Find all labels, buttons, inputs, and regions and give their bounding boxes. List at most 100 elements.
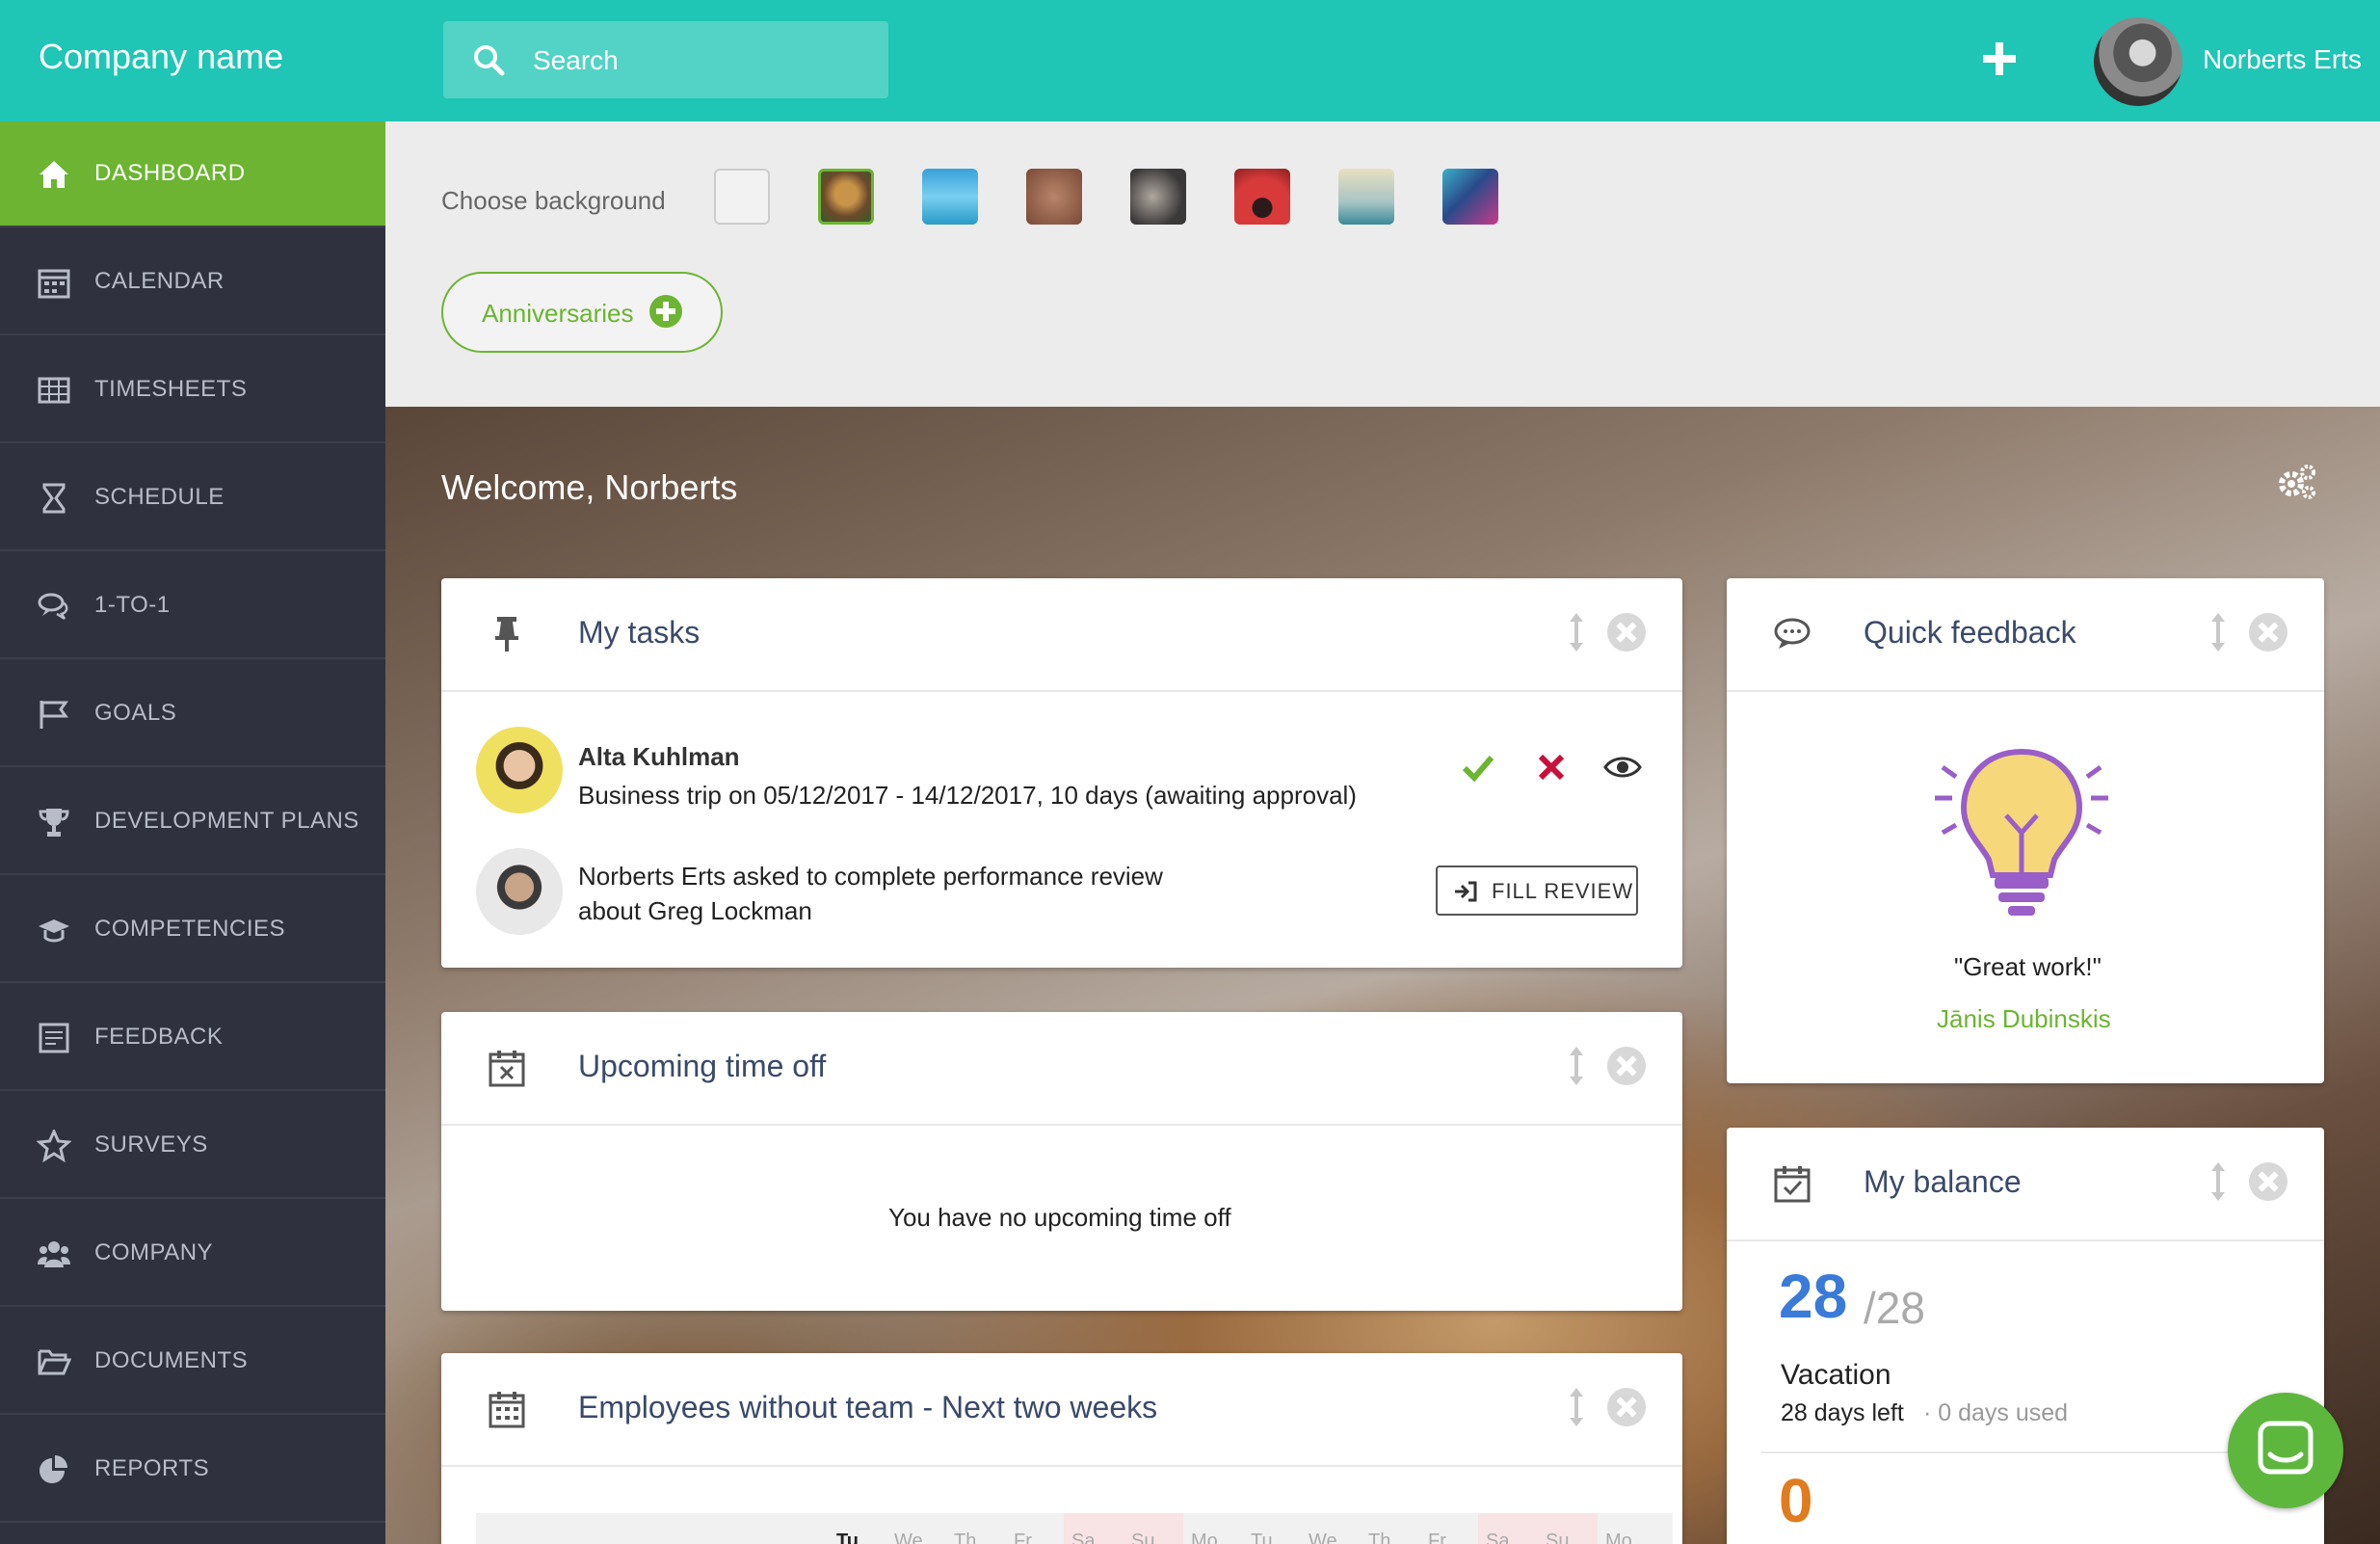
time-off-header: Upcoming time off [441, 1012, 1682, 1126]
sidebar-item-timesheets[interactable]: TIMESHEETS [0, 337, 385, 443]
background-swatch-none[interactable] [714, 169, 770, 225]
background-swatch-car[interactable] [1234, 169, 1290, 225]
graduation-cap-icon [39, 919, 69, 943]
day-header: We [1309, 1531, 1337, 1544]
add-icon[interactable] [1983, 42, 2016, 75]
sidebar: DASHBOARD CALENDAR TIMESHEETS SCHEDULE 1… [0, 121, 385, 1544]
fill-review-label: FILL REVIEW [1492, 879, 1634, 903]
sidebar-item-company[interactable]: COMPANY [0, 1201, 385, 1307]
day-header-weekend: Su [1538, 1513, 1598, 1544]
task-description: Business trip on 05/12/2017 - 14/12/2017… [578, 781, 1357, 810]
top-bar: Company name Search Norberts Erts [0, 0, 2380, 121]
settings-gears-icon[interactable] [2274, 461, 2318, 505]
no-time-off-message: You have no upcoming time off [888, 1203, 1231, 1232]
view-eye-icon[interactable] [1603, 752, 1642, 783]
background-swatch-abstract[interactable] [1442, 169, 1498, 225]
close-icon[interactable] [1607, 613, 1646, 652]
sidebar-item-feedback[interactable]: FEEDBACK [0, 985, 385, 1091]
quick-feedback-title: Quick feedback [1864, 615, 2076, 650]
second-balance-value: 0 [1779, 1466, 1813, 1535]
time-off-title: Upcoming time off [578, 1049, 827, 1083]
add-circle-icon [649, 295, 682, 328]
calendar-check-icon [1774, 1166, 1811, 1203]
sidebar-item-goals[interactable]: GOALS [0, 661, 385, 767]
background-swatch-cookies[interactable] [818, 169, 874, 225]
sidebar-item-competencies[interactable]: COMPETENCIES [0, 877, 385, 983]
task-avatar-alta [476, 727, 563, 813]
chat-launcher-button[interactable] [2228, 1393, 2343, 1508]
close-icon[interactable] [2249, 613, 2287, 652]
vacation-balance-value: 28 [1779, 1262, 1848, 1331]
my-balance-card: My balance 28 /28 Vacation 28 days left … [1727, 1128, 2324, 1544]
lightbulb-icon [1935, 748, 2108, 916]
task-person-name: Alta Kuhlman [578, 742, 740, 771]
day-header: Th [1368, 1531, 1391, 1544]
day-header-weekend: Su [1124, 1513, 1183, 1544]
anniversaries-button[interactable]: Anniversaries [441, 272, 723, 353]
trophy-icon [39, 809, 69, 837]
calendar-icon [38, 269, 70, 299]
move-icon[interactable] [2208, 1160, 2228, 1203]
user-name[interactable]: Norberts Erts [2203, 44, 2362, 75]
form-icon [39, 1023, 69, 1053]
chat-icon [2258, 1421, 2314, 1475]
days-left: 28 days left [1781, 1399, 1904, 1426]
sidebar-item-calendar[interactable]: CALENDAR [0, 229, 385, 335]
my-balance-header: My balance [1727, 1128, 2324, 1241]
quick-feedback-header: Quick feedback [1727, 578, 2324, 692]
sidebar-item-development-plans[interactable]: DEVELOPMENT PLANS [0, 769, 385, 875]
day-header: Fr [1428, 1531, 1446, 1544]
sidebar-item-1-to-1[interactable]: 1-TO-1 [0, 553, 385, 659]
employees-without-team-card: Employees without team - Next two weeks … [441, 1353, 1682, 1544]
avatar[interactable] [2094, 17, 2182, 106]
hourglass-icon [42, 483, 66, 514]
employees-header: Employees without team - Next two weeks [441, 1353, 1682, 1467]
close-icon[interactable] [1607, 1388, 1646, 1426]
sidebar-item-documents[interactable]: DOCUMENTS [0, 1309, 385, 1415]
employees-title: Employees without team - Next two weeks [578, 1390, 1158, 1424]
sidebar-item-reports[interactable]: REPORTS [0, 1417, 385, 1523]
move-icon[interactable] [1567, 1045, 1586, 1087]
day-header-weekend: Sa [1064, 1513, 1124, 1544]
review-request-line2: about Greg Lockman [578, 896, 812, 925]
background-swatch-wood[interactable] [1026, 169, 1082, 225]
chat-icon [38, 593, 68, 621]
approve-check-icon[interactable] [1461, 750, 1495, 785]
move-icon[interactable] [1567, 1386, 1586, 1428]
calendar-day-strip: Tu We Th Fr Sa Su Mo Tu We Th Fr Sa Su M… [476, 1513, 1673, 1544]
feedback-quote: "Great work!" [1954, 952, 2102, 981]
close-icon[interactable] [1607, 1047, 1646, 1085]
calendar-x-icon [489, 1051, 525, 1087]
company-name[interactable]: Company name [39, 37, 283, 77]
my-tasks-title: My tasks [578, 615, 701, 650]
move-icon[interactable] [2208, 611, 2228, 653]
review-request-line1: Norberts Erts asked to complete performa… [578, 862, 1163, 891]
day-header: Fr [1014, 1531, 1032, 1544]
sidebar-item-surveys[interactable]: SURVEYS [0, 1093, 385, 1199]
sign-in-icon [1455, 881, 1477, 902]
background-swatch-sea[interactable] [922, 169, 978, 225]
welcome-title: Welcome, Norberts [441, 467, 738, 507]
feedback-author[interactable]: Jānis Dubinskis [1937, 1004, 2111, 1034]
background-swatch-beach[interactable] [1338, 169, 1394, 225]
day-header: Th [954, 1531, 977, 1544]
search-input[interactable]: Search [443, 21, 888, 98]
home-icon [40, 161, 68, 188]
table-icon [38, 377, 70, 404]
sidebar-item-schedule[interactable]: SCHEDULE [0, 445, 385, 551]
close-icon[interactable] [2249, 1162, 2287, 1201]
day-header-weekend: Sa [1478, 1513, 1538, 1544]
calendar-icon [489, 1392, 525, 1428]
reject-x-icon[interactable] [1536, 752, 1567, 783]
fill-review-button[interactable]: FILL REVIEW [1436, 865, 1638, 916]
move-icon[interactable] [1567, 611, 1586, 653]
sidebar-item-dashboard[interactable]: DASHBOARD [0, 121, 385, 227]
day-header: We [894, 1531, 923, 1544]
background-swatch-cat[interactable] [1130, 169, 1186, 225]
background-panel [385, 121, 2380, 407]
pie-chart-icon [40, 1455, 67, 1483]
day-header: Mo [1191, 1531, 1218, 1544]
day-header: Tu [1251, 1531, 1273, 1544]
flag-icon [40, 701, 68, 729]
pin-icon [495, 617, 518, 652]
